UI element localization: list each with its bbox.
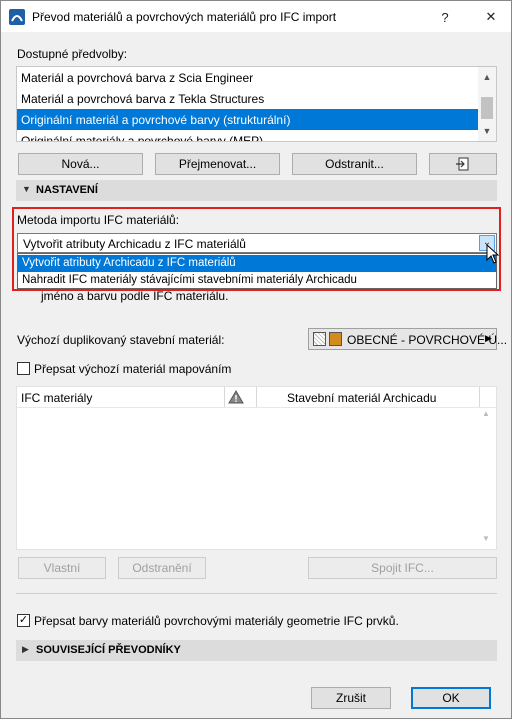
new-preset-button[interactable]: Nová... bbox=[18, 153, 143, 175]
close-button[interactable]: ✕ bbox=[478, 5, 504, 29]
scroll-up-icon[interactable]: ▲ bbox=[482, 409, 490, 418]
remove-preset-button[interactable]: Odstranit... bbox=[292, 153, 417, 175]
header-divider bbox=[17, 407, 496, 408]
import-method-combobox[interactable]: Vytvořit atributy Archicadu z IFC materi… bbox=[17, 233, 497, 253]
ifc-material-import-dialog: Převod materiálů a povrchových materiálů… bbox=[0, 0, 512, 719]
merge-ifc-button[interactable]: Spojit IFC... bbox=[308, 557, 497, 579]
scroll-down-icon[interactable]: ▼ bbox=[482, 534, 490, 543]
help-icon: ? bbox=[441, 9, 449, 25]
override-mapping-label: Přepsat výchozí materiál mapováním bbox=[34, 362, 232, 376]
column-header-ifc-materials[interactable]: IFC materiály bbox=[17, 387, 92, 407]
separator bbox=[16, 593, 497, 594]
material-mapping-table[interactable]: IFC materiály Stavební materiál Archicad… bbox=[16, 386, 497, 550]
column-header-archicad-material[interactable]: Stavební materiál Archicadu bbox=[256, 387, 436, 407]
scroll-thumb[interactable] bbox=[481, 97, 493, 119]
presets-scrollbar[interactable]: ▲ ▼ bbox=[478, 67, 496, 141]
override-mapping-checkbox[interactable] bbox=[17, 362, 30, 375]
ok-button[interactable]: OK bbox=[411, 687, 491, 709]
method-description: jméno a barvu podle IFC materiálu. bbox=[41, 289, 229, 303]
presets-list[interactable]: Materiál a povrchová barva z Scia Engine… bbox=[16, 66, 497, 142]
import-method-dropdown-list[interactable]: Vytvořit atributy Archicadu z IFC materi… bbox=[17, 253, 497, 289]
export-preset-button[interactable] bbox=[429, 153, 497, 175]
expand-triangle-icon: ▶ bbox=[22, 644, 29, 654]
scroll-down-icon[interactable]: ▼ bbox=[478, 123, 496, 139]
dropdown-option[interactable]: Nahradit IFC materiály stávajícími stave… bbox=[18, 272, 496, 289]
default-material-label: Výchozí duplikovaný stavební materiál: bbox=[17, 333, 225, 347]
collapse-triangle-icon: ▼ bbox=[22, 184, 31, 194]
scroll-up-icon[interactable]: ▲ bbox=[478, 69, 496, 85]
presets-label: Dostupné předvolby: bbox=[17, 47, 128, 61]
settings-section-header[interactable]: ▼ NASTAVENÍ bbox=[16, 180, 497, 201]
remove-mapping-button[interactable]: Odstranění bbox=[118, 557, 206, 579]
default-material-selector[interactable]: OBECNÉ - POVRCHOVÉ Ú... ▶ bbox=[308, 328, 507, 350]
column-separator bbox=[224, 387, 225, 407]
column-separator bbox=[479, 387, 480, 407]
preset-item-selected[interactable]: Originální materiál a povrchové barvy (s… bbox=[17, 109, 479, 130]
hatch-pattern-icon bbox=[313, 332, 326, 346]
related-converters-section-header[interactable]: ▶ SOUVISEJÍCÍ PŘEVODNÍKY bbox=[16, 640, 497, 661]
rename-preset-button[interactable]: Přejmenovat... bbox=[155, 153, 280, 175]
warning-icon bbox=[228, 390, 244, 404]
title-bar: Převod materiálů a povrchových materiálů… bbox=[1, 1, 511, 32]
cancel-button[interactable]: Zrušit bbox=[311, 687, 391, 709]
preset-item[interactable]: Materiál a povrchová barva z Tekla Struc… bbox=[17, 88, 479, 109]
help-button[interactable]: ? bbox=[432, 5, 458, 29]
preset-item[interactable]: Materiál a povrchová barva z Scia Engine… bbox=[17, 67, 479, 88]
settings-header-label: NASTAVENÍ bbox=[36, 184, 98, 196]
material-color-swatch bbox=[329, 332, 342, 346]
window-title: Převod materiálů a povrchových materiálů… bbox=[32, 10, 337, 24]
combobox-value: Vytvořit atributy Archicadu z IFC materi… bbox=[23, 237, 246, 251]
custom-button[interactable]: Vlastní bbox=[18, 557, 106, 579]
method-label: Metoda importu IFC materiálů: bbox=[17, 213, 180, 227]
override-colors-label: Přepsat barvy materiálů povrchovými mate… bbox=[34, 614, 399, 628]
archicad-app-icon bbox=[9, 9, 25, 25]
default-material-value: OBECNÉ - POVRCHOVÉ Ú... bbox=[347, 333, 508, 347]
mouse-cursor-icon bbox=[486, 244, 500, 264]
close-icon: ✕ bbox=[485, 9, 497, 24]
export-icon bbox=[456, 157, 469, 171]
related-header-label: SOUVISEJÍCÍ PŘEVODNÍKY bbox=[36, 644, 181, 656]
preset-item[interactable]: Originální materiály a povrchové barvy (… bbox=[17, 130, 479, 141]
override-colors-checkbox[interactable]: ✓ bbox=[17, 614, 30, 627]
dropdown-option-selected[interactable]: Vytvořit atributy Archicadu z IFC materi… bbox=[18, 255, 496, 272]
chevron-right-icon: ▶ bbox=[485, 333, 492, 343]
